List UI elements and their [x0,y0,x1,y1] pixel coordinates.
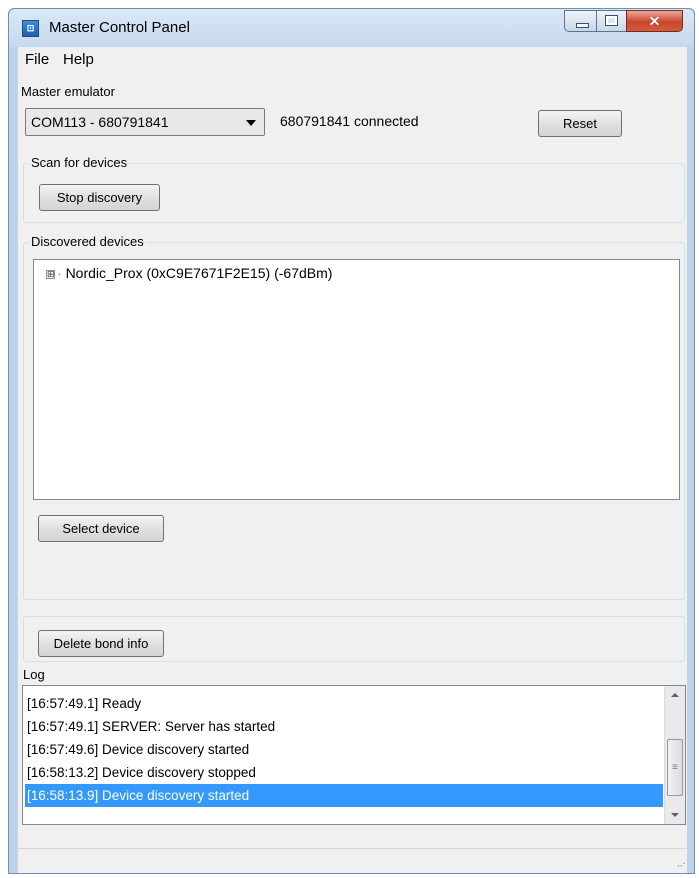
connection-status: 680791841 connected [280,113,419,129]
port-select[interactable]: COM113 - 680791841 [25,108,265,136]
log-list[interactable]: [16:57:49.1] Ready [16:57:49.1] SERVER: … [22,685,686,825]
device-tree[interactable]: ⊞ · Nordic_Prox (0xC9E7671F2E15) (-67dBm) [33,259,680,500]
app-icon[interactable]: ⊡ [22,20,39,37]
arrow-up-icon [671,693,679,697]
maximize-button[interactable] [596,10,627,32]
expand-icon[interactable]: ⊞ [46,269,55,279]
reset-button[interactable]: Reset [538,110,622,137]
log-label: Log [23,667,45,682]
discovered-group: Discovered devices ⊞ · Nordic_Prox (0xC9E… [23,234,685,600]
minimize-button[interactable] [564,10,597,32]
maximize-icon [605,15,618,26]
chevron-down-icon [246,120,256,126]
close-icon: ✕ [648,13,661,29]
tree-connector: · [57,265,62,281]
select-device-button[interactable]: Select device [38,515,164,542]
log-line-selected[interactable]: [16:58:13.9] Device discovery started [25,784,663,807]
bond-group: Delete bond info [23,616,685,662]
delete-bond-button[interactable]: Delete bond info [38,630,164,657]
scroll-up-button[interactable] [665,686,685,704]
discovered-group-label: Discovered devices [29,234,146,249]
scan-group: Scan for devices Stop discovery [23,155,685,223]
scroll-down-button[interactable] [665,806,685,824]
menu-bar: File Help [18,47,687,69]
status-bar: ⠠⠔ [18,848,687,873]
window-title: Master Control Panel [49,19,190,36]
device-name: Nordic_Prox (0xC9E7671F2E15) (-67dBm) [65,265,333,281]
minimize-icon [576,23,589,28]
log-line[interactable]: [16:57:49.1] Ready [25,692,663,715]
menu-help[interactable]: Help [63,51,94,68]
log-line[interactable]: [16:58:13.2] Device discovery stopped [25,761,663,784]
menu-file[interactable]: File [25,51,49,68]
close-button[interactable]: ✕ [626,10,683,32]
main-window: ⊡ Master Control Panel ✕ File Help Maste… [8,8,695,874]
scroll-thumb[interactable]: ≡ [667,739,683,796]
stop-discovery-button[interactable]: Stop discovery [39,184,160,211]
log-line[interactable]: [16:57:49.6] Device discovery started [25,738,663,761]
resize-grip-icon[interactable]: ⠠⠔ [674,859,686,870]
arrow-down-icon [671,813,679,817]
port-select-value: COM113 - 680791841 [31,114,169,130]
title-bar[interactable]: ⊡ Master Control Panel ✕ [9,9,694,47]
master-emulator-label: Master emulator [21,84,115,99]
log-scrollbar[interactable]: ≡ [664,686,685,824]
client-area: File Help Master emulator COM113 - 68079… [18,47,687,873]
log-line[interactable]: [16:57:49.1] SERVER: Server has started [25,715,663,738]
tree-node-device[interactable]: ⊞ · Nordic_Prox (0xC9E7671F2E15) (-67dBm) [46,265,332,281]
scan-group-label: Scan for devices [29,155,130,170]
grip-icon: ≡ [672,762,678,773]
